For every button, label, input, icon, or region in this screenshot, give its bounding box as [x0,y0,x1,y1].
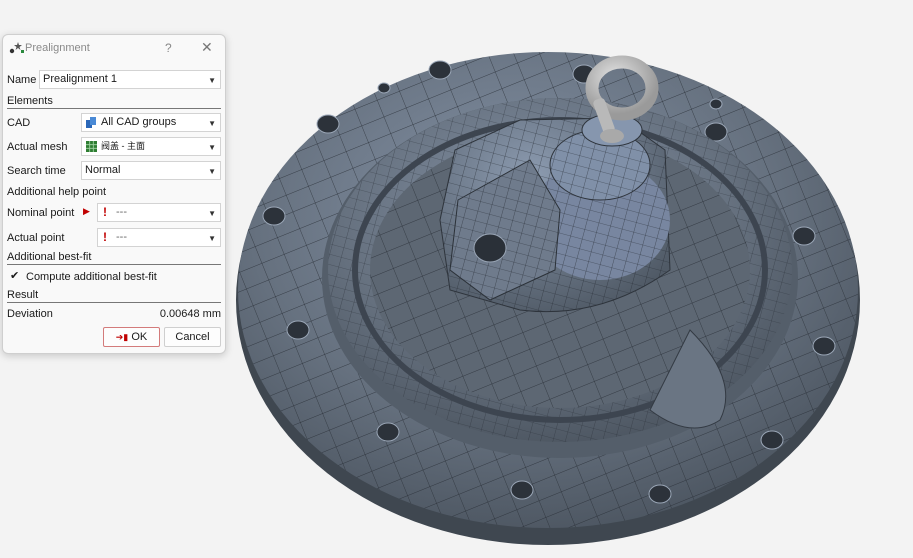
exclamation-icon: ! [103,230,107,244]
ok-button[interactable]: ➔▮ OK [103,327,160,347]
pick-arrow-icon[interactable]: ▶ [83,206,90,217]
prealignment-dialog: Prealignment ? ✕ Name Prealignment 1 ▼ E… [2,34,226,354]
close-icon[interactable]: ✕ [201,39,213,56]
dialog-titlebar[interactable]: Prealignment ? ✕ [3,35,225,61]
cad-groups-icon [86,117,96,128]
name-value: Prealignment 1 [43,73,117,85]
result-heading: Result [7,289,221,303]
compute-bestfit-label[interactable]: Compute additional best-fit [26,271,157,283]
cancel-button[interactable]: Cancel [164,327,221,347]
chevron-down-icon: ▼ [208,209,216,218]
cad-value: All CAD groups [101,116,177,128]
chevron-down-icon: ▼ [208,167,216,176]
additional-bestfit-heading: Additional best-fit [7,251,221,265]
actual-mesh-value: 阀盖 - 主面 [101,141,145,151]
ok-label: OK [131,331,148,343]
exclamation-icon: ! [103,205,107,219]
deviation-label: Deviation [7,308,53,320]
nominal-point-select[interactable]: ! --- ▼ [97,203,221,222]
chevron-down-icon: ▼ [208,119,216,128]
search-time-label: Search time [7,165,66,177]
dialog-title: Prealignment [25,42,90,54]
help-button[interactable]: ? [165,41,172,55]
search-time-value: Normal [85,164,121,176]
actual-mesh-label: Actual mesh [7,141,68,153]
name-label: Name [7,74,37,86]
actual-point-label: Actual point [7,232,65,244]
actual-mesh-select[interactable]: 阀盖 - 主面 ▼ [81,137,221,156]
nominal-point-value: --- [116,206,127,218]
search-time-select[interactable]: Normal ▼ [81,161,221,180]
cad-select[interactable]: All CAD groups ▼ [81,113,221,132]
prealignment-icon [9,42,24,54]
checkbox-check-icon[interactable]: ✔ [10,269,19,282]
ok-icon: ➔▮ [115,332,129,342]
additional-help-heading: Additional help point [7,186,107,198]
deviation-value: 0.00648 mm [159,308,221,320]
name-field[interactable]: Prealignment 1 ▼ [39,70,221,89]
actual-point-select[interactable]: ! --- ▼ [97,228,221,247]
elements-heading: Elements [7,95,221,109]
mesh-icon [86,141,97,152]
chevron-down-icon: ▼ [208,76,216,85]
cad-label: CAD [7,117,31,129]
actual-point-value: --- [116,231,127,243]
chevron-down-icon: ▼ [208,143,216,152]
chevron-down-icon: ▼ [208,234,216,243]
nominal-point-label: Nominal point [7,207,75,219]
